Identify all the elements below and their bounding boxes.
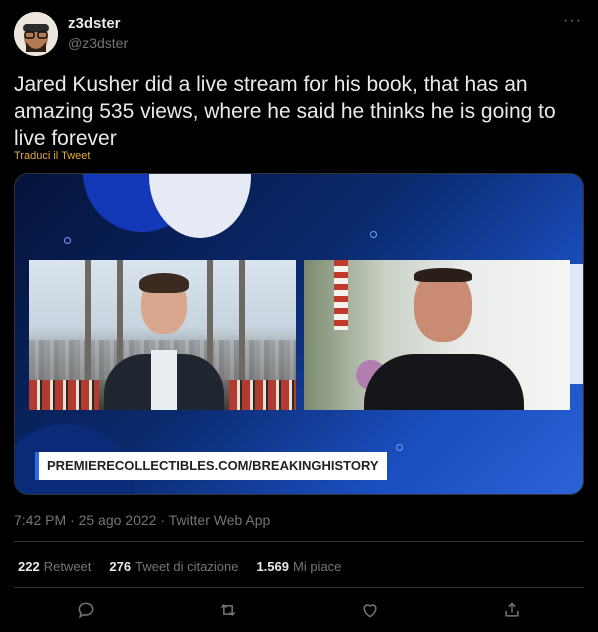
like-stat[interactable]: 1.569 Mi piace	[256, 559, 341, 574]
decor-stripe	[569, 264, 583, 384]
user-handle[interactable]: @z3dster	[68, 35, 128, 51]
like-label: Mi piace	[293, 559, 342, 574]
quote-stat[interactable]: 276 Tweet di citazione	[109, 559, 238, 574]
avatar-image	[14, 12, 58, 56]
tweet-stats: 222 Retweet 276 Tweet di citazione 1.569 Mi…	[18, 559, 341, 574]
speaker-left	[104, 273, 224, 410]
share-icon[interactable]	[498, 596, 526, 624]
translate-link[interactable]: Traduci il Tweet	[14, 150, 90, 162]
speaker-right	[364, 268, 524, 410]
books-stack	[229, 380, 296, 410]
flag	[334, 260, 348, 330]
reply-icon[interactable]	[72, 596, 100, 624]
divider	[14, 541, 584, 542]
decor-dot	[64, 237, 71, 244]
tweet-text: Jared Kusher did a live stream for his b…	[14, 73, 556, 150]
books-stack	[29, 380, 99, 410]
like-icon[interactable]	[356, 596, 384, 624]
tweet-actions	[0, 596, 598, 624]
decor-circle	[149, 174, 251, 238]
quote-count: 276	[109, 559, 132, 574]
retweet-icon[interactable]	[214, 596, 242, 624]
tweet-media[interactable]: PREMIERECOLLECTIBLES.COM/BREAKINGHISTORY	[14, 173, 584, 495]
tweet-meta[interactable]: 7:42 PM · 25 ago 2022 · Twitter Web App	[14, 512, 270, 528]
retweet-label: Retweet	[43, 559, 92, 574]
retweet-stat[interactable]: 222 Retweet	[18, 559, 91, 574]
media-banner: PREMIERECOLLECTIBLES.COM/BREAKINGHISTORY	[35, 452, 387, 480]
divider	[14, 587, 584, 588]
video-feed-left	[29, 260, 296, 410]
avatar[interactable]	[14, 12, 58, 56]
video-feed-right	[304, 260, 570, 410]
like-count: 1.569	[256, 559, 289, 574]
quote-label: Tweet di citazione	[135, 559, 239, 574]
retweet-count: 222	[18, 559, 40, 574]
display-name[interactable]: z3dster	[68, 15, 121, 32]
more-horizontal-icon[interactable]: ···	[563, 12, 582, 30]
decor-dot	[370, 231, 377, 238]
decor-dot	[396, 444, 403, 451]
